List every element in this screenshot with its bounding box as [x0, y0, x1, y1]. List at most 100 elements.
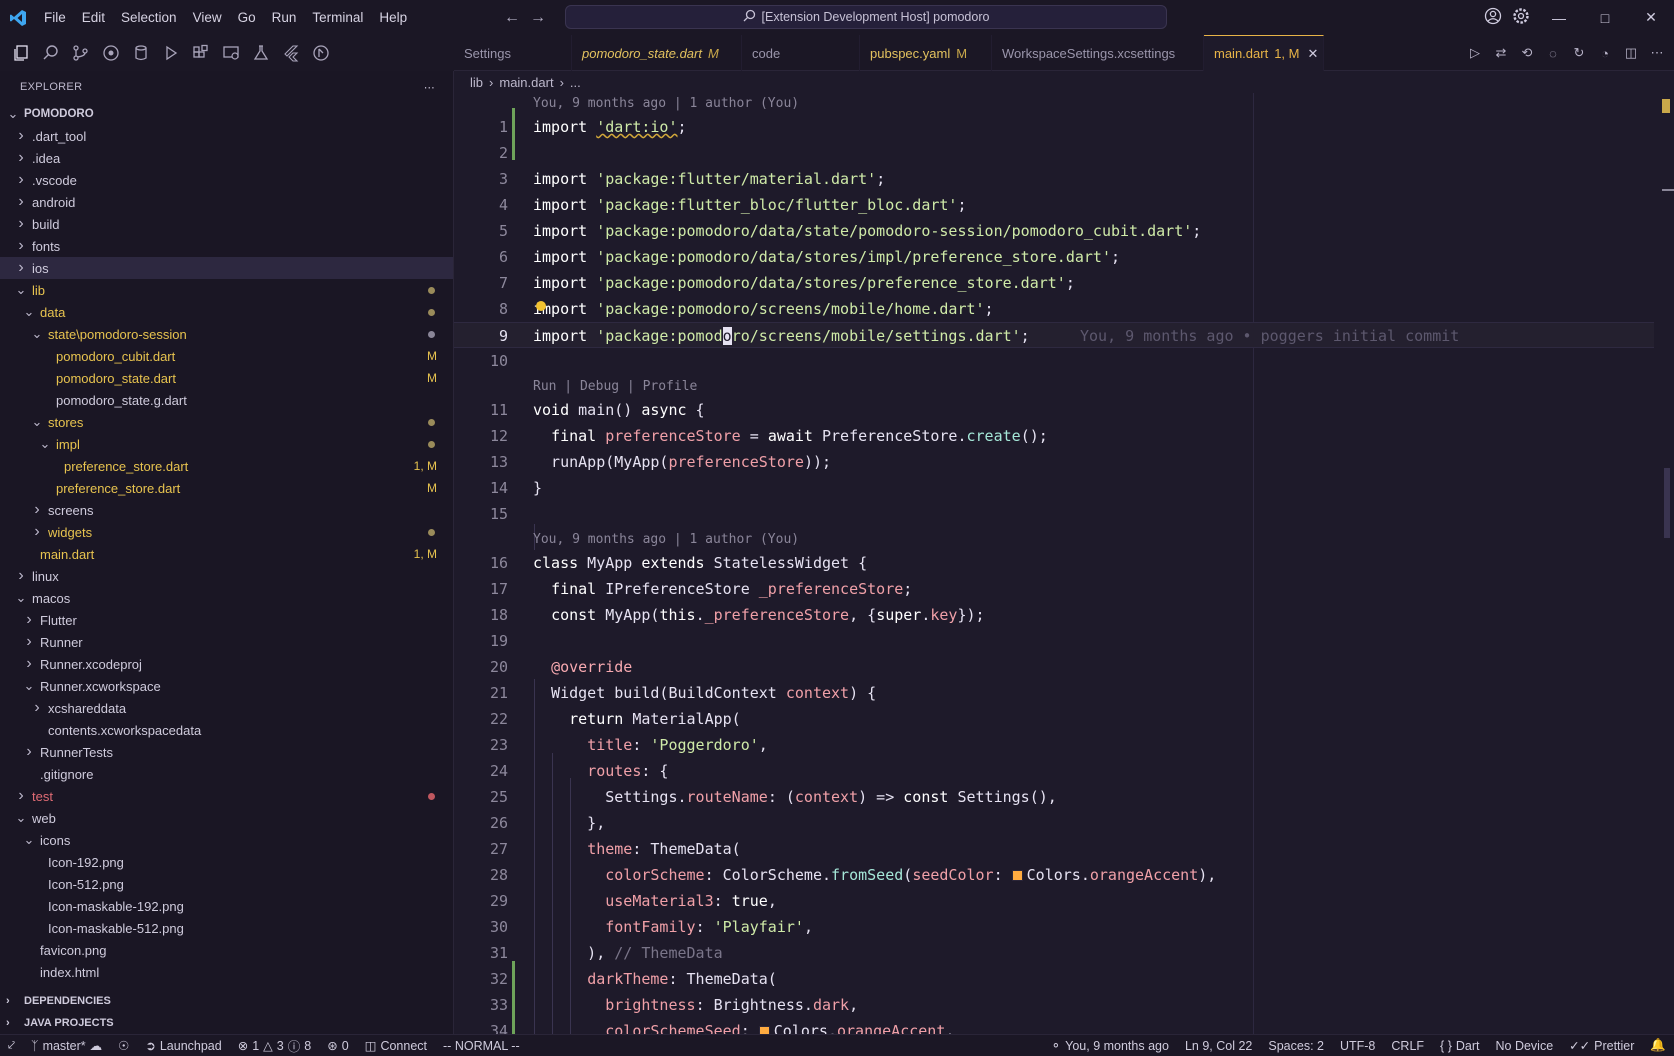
tree-item[interactable]: ⌄ state\pomodoro-session [0, 323, 453, 345]
menu-help[interactable]: Help [371, 0, 415, 35]
scrollbar-thumb[interactable] [1664, 468, 1670, 538]
tree-item[interactable]: ⌄ stores [0, 411, 453, 433]
tree-item[interactable]: pomodoro_cubit.dart M [0, 345, 453, 367]
cursor-position[interactable]: Ln 9, Col 22 [1177, 1039, 1260, 1053]
tab-pomodoro-state[interactable]: pomodoro_state.dart M [572, 35, 742, 71]
more-actions-icon[interactable]: ⋯ [1648, 44, 1666, 62]
manage-gear-icon[interactable] [1512, 7, 1530, 28]
tree-item[interactable]: ⌄ Runner.xcworkspace [0, 675, 453, 697]
tree-item[interactable]: Icon-maskable-512.png [0, 917, 453, 939]
connect-status[interactable]: ◫ Connect [357, 1038, 435, 1054]
tree-item[interactable]: › Runner.xcodeproj [0, 653, 453, 675]
flutter-icon[interactable] [278, 41, 303, 66]
tree-item[interactable]: pomodoro_state.g.dart [0, 389, 453, 411]
minimize-icon[interactable]: — [1536, 0, 1582, 35]
language-mode[interactable]: { } Dart [1432, 1039, 1487, 1053]
tree-item[interactable]: ⌄ lib [0, 279, 453, 301]
tree-item[interactable]: › Flutter [0, 609, 453, 631]
launchpad-status[interactable]: ➲ Launchpad [137, 1038, 229, 1054]
breadcrumb-file[interactable]: main.dart [499, 75, 553, 90]
menu-run[interactable]: Run [264, 0, 305, 35]
blame-status[interactable]: ⚬ You, 9 months ago [1043, 1038, 1177, 1054]
remote-indicator-icon[interactable]: ⤦ [0, 1038, 23, 1053]
lightbulb-icon[interactable] [536, 301, 546, 311]
tab-pubspec[interactable]: pubspec.yaml M [860, 35, 992, 71]
tree-item[interactable]: › build [0, 213, 453, 235]
command-center-search[interactable]: [Extension Development Host] pomodoro [565, 5, 1167, 29]
tab-main-dart[interactable]: main.dart 1, M ✕ [1204, 35, 1324, 71]
tree-item[interactable]: › .idea [0, 147, 453, 169]
source-control-icon[interactable] [68, 41, 93, 66]
menu-edit[interactable]: Edit [74, 0, 113, 35]
tree-item[interactable]: ⌄ icons [0, 829, 453, 851]
previous-change-icon[interactable]: ◌ [1544, 44, 1562, 62]
tree-item[interactable]: › linux [0, 565, 453, 587]
tree-item[interactable]: contents.xcworkspacedata [0, 719, 453, 741]
notifications-bell-icon[interactable]: 🔔 [1642, 1038, 1674, 1053]
tree-item[interactable]: preference_store.dart M [0, 477, 453, 499]
encoding[interactable]: UTF-8 [1332, 1039, 1383, 1053]
menu-view[interactable]: View [185, 0, 230, 35]
account-icon[interactable] [1484, 7, 1502, 28]
tree-item[interactable]: Icon-maskable-192.png [0, 895, 453, 917]
run-dropdown-icon[interactable]: ▷ [1466, 44, 1484, 62]
tree-item[interactable]: › widgets [0, 521, 453, 543]
git-compare-icon[interactable]: ⇄ [1492, 44, 1510, 62]
tree-item[interactable]: .gitignore [0, 763, 453, 785]
git-graph-icon[interactable]: ☉ [110, 1038, 137, 1053]
tree-item[interactable]: › RunnerTests [0, 741, 453, 763]
tree-item[interactable]: › .dart_tool [0, 125, 453, 147]
indentation[interactable]: Spaces: 2 [1260, 1039, 1332, 1053]
tree-item[interactable]: › screens [0, 499, 453, 521]
flutter-outline-icon[interactable]: ◔ [1596, 44, 1614, 62]
database-icon[interactable] [128, 41, 153, 66]
menu-selection[interactable]: Selection [113, 0, 185, 35]
back-arrow-icon[interactable]: ← [504, 9, 520, 27]
tree-item[interactable]: › android [0, 191, 453, 213]
ports-status[interactable]: ⊛ 0 [319, 1038, 356, 1054]
tree-item[interactable]: ⌄ impl [0, 433, 453, 455]
tree-item[interactable]: › ios [0, 257, 453, 279]
run-debug-icon[interactable] [158, 41, 183, 66]
tree-item[interactable]: Icon-512.png [0, 873, 453, 895]
menu-terminal[interactable]: Terminal [304, 0, 371, 35]
search-view-icon[interactable] [38, 41, 63, 66]
tree-item[interactable]: main.dart 1, M [0, 543, 453, 565]
tree-item[interactable]: ⌄ macos [0, 587, 453, 609]
tab-settings[interactable]: Settings [454, 35, 572, 71]
breadcrumb-lib[interactable]: lib [470, 75, 483, 90]
tree-item[interactable]: › test [0, 785, 453, 807]
next-change-icon[interactable]: ↻ [1570, 44, 1588, 62]
tree-item[interactable]: Icon-192.png [0, 851, 453, 873]
maximize-icon[interactable]: □ [1582, 0, 1628, 35]
branch-status[interactable]: ᛉ master* ☁ [23, 1038, 110, 1054]
tab-code[interactable]: code [742, 35, 860, 71]
tree-item[interactable]: preference_store.dart 1, M [0, 455, 453, 477]
testing-flask-icon[interactable] [248, 41, 273, 66]
prettier-status[interactable]: ✓✓ Prettier [1561, 1038, 1642, 1054]
menu-go[interactable]: Go [230, 0, 264, 35]
split-editor-icon[interactable]: ◫ [1622, 44, 1640, 62]
forward-arrow-icon[interactable]: → [530, 9, 546, 27]
problems-status[interactable]: ⊗ 1 △ 3 ⓘ 8 [230, 1036, 319, 1055]
extensions-icon[interactable] [188, 41, 213, 66]
breadcrumb-symbols[interactable]: ... [570, 75, 581, 90]
tree-item[interactable]: pomodoro_state.dart M [0, 367, 453, 389]
tree-root[interactable]: ⌄ POMODORO [0, 103, 453, 125]
editor-scrollbar[interactable] [1660, 93, 1674, 1034]
tree-item[interactable]: › fonts [0, 235, 453, 257]
section-dependencies[interactable]: › DEPENDENCIES [0, 990, 453, 1012]
tree-item[interactable]: › Runner [0, 631, 453, 653]
tree-item[interactable]: › .vscode [0, 169, 453, 191]
tab-workspace-settings[interactable]: WorkspaceSettings.xcsettings [992, 35, 1204, 71]
close-window-icon[interactable]: ✕ [1628, 0, 1674, 35]
close-tab-icon[interactable]: ✕ [1308, 46, 1319, 62]
more-options-icon[interactable]: ⋯ [424, 81, 435, 94]
line-ending[interactable]: CRLF [1383, 1039, 1432, 1053]
gitlens-icon[interactable] [98, 41, 123, 66]
code-editor[interactable]: You, 9 months ago | 1 author (You) 1 impor… [454, 93, 1674, 1034]
remote-explorer-icon[interactable] [218, 41, 243, 66]
explorer-icon[interactable] [8, 41, 33, 66]
tree-item[interactable]: › xcshareddata [0, 697, 453, 719]
menu-file[interactable]: File [36, 0, 74, 35]
